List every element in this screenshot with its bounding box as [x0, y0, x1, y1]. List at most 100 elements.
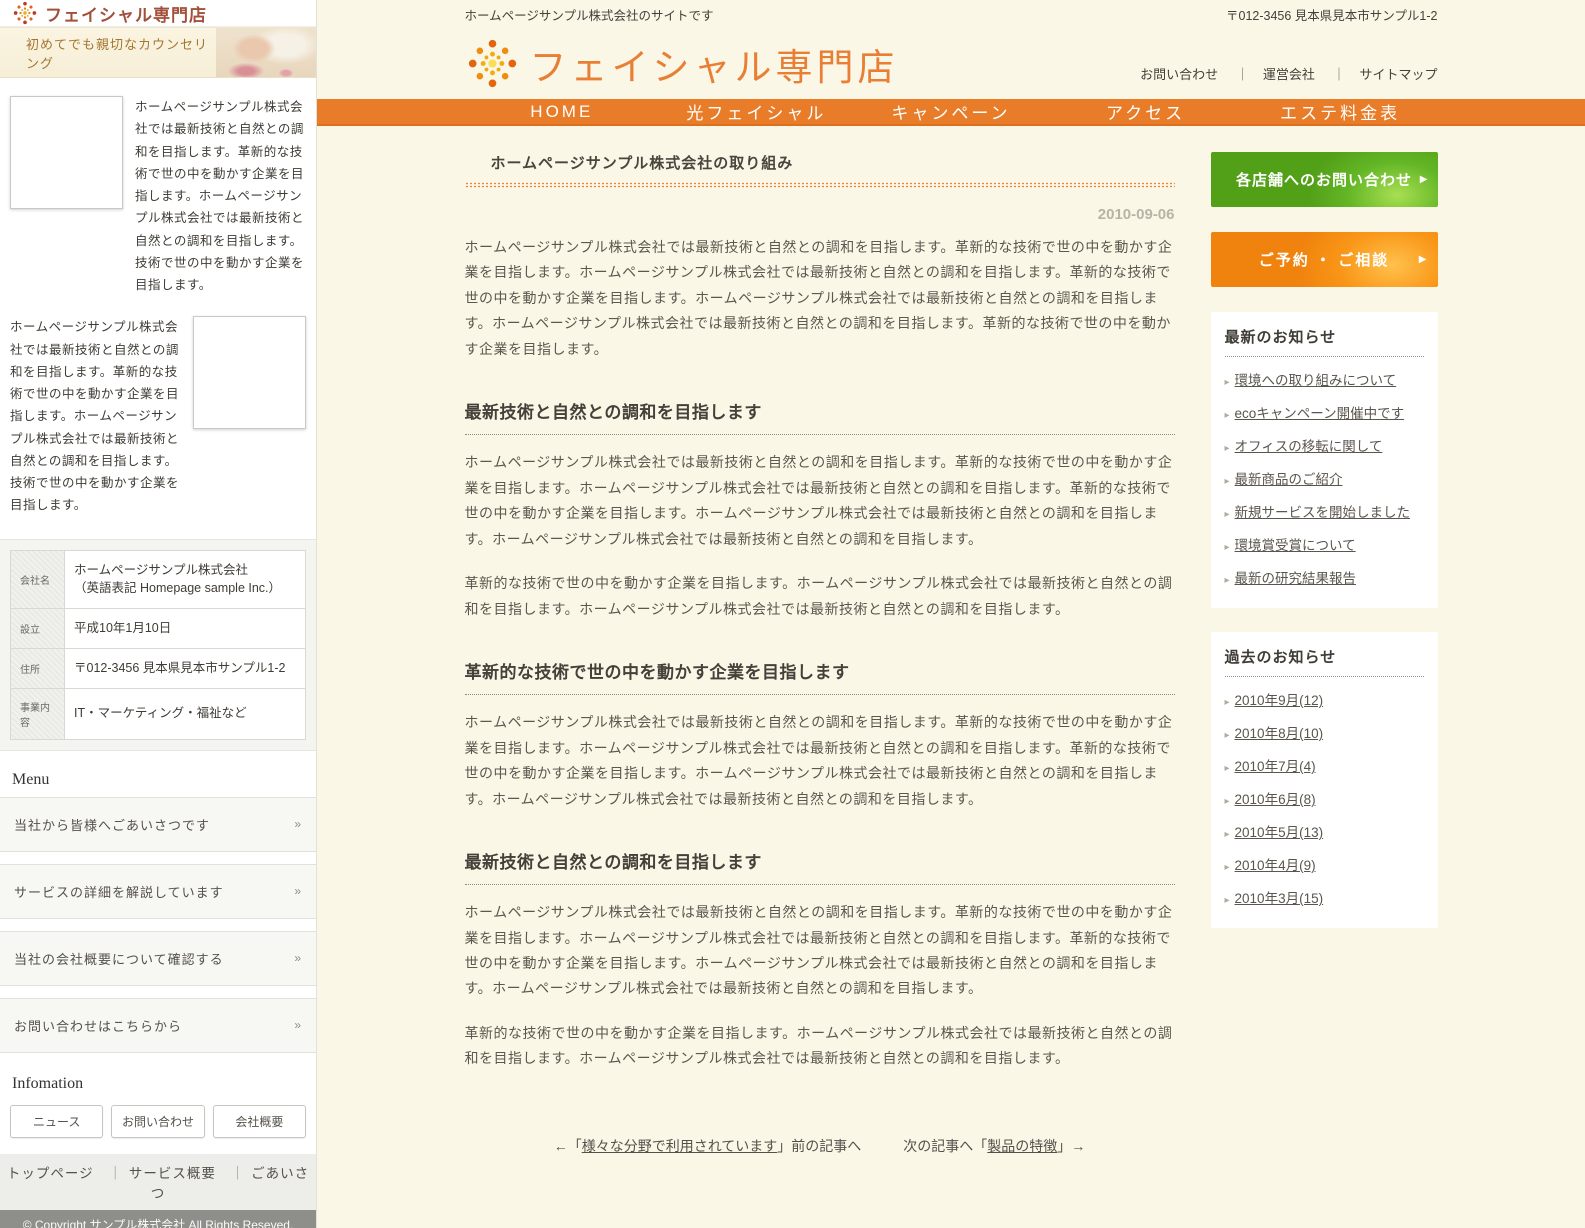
archive-link[interactable]: 2010年3月(15): [1235, 891, 1324, 906]
list-item: ▸2010年6月(8): [1225, 780, 1424, 813]
row-value: IT・マーケティング・福祉など: [65, 688, 306, 739]
nav-item[interactable]: エステ料金表: [1243, 99, 1438, 124]
store-contact-button[interactable]: 各店舗へのお問い合わせ ▶: [1211, 152, 1438, 207]
article-paragraph: ホームページサンプル株式会社では最新技術と自然との調和を目指します。革新的な技術…: [465, 450, 1175, 552]
utility-link[interactable]: お問い合わせ: [1140, 67, 1218, 82]
news-link[interactable]: 最新商品のご紹介: [1235, 472, 1343, 487]
list-item: ▸ 2010年5月(13): [1225, 813, 1424, 846]
prev-article-link[interactable]: 様々な分野で利用されています: [582, 1138, 778, 1154]
sidebar-logo[interactable]: フェイシャル専門店: [0, 0, 316, 27]
next-article-link[interactable]: 製品の特徴: [987, 1138, 1057, 1154]
archive-link[interactable]: 2010年8月(10): [1235, 726, 1324, 741]
play-arrow-icon: ▶: [1420, 174, 1429, 185]
reservation-button[interactable]: ご予約 ・ ご相談 ▶: [1211, 232, 1438, 287]
table-row: 事業内容 IT・マーケティング・福祉など: [11, 688, 306, 739]
sidebar-menu-item[interactable]: お問い合わせはこちらから »: [0, 998, 316, 1053]
article-paragraph: ホームページサンプル株式会社では最新技術と自然との調和を目指します。革新的な技術…: [465, 710, 1175, 812]
nav-item[interactable]: HOME: [465, 99, 660, 124]
sidebar-bottom-link[interactable]: トップページ: [7, 1166, 94, 1181]
triangle-marker-icon: ▸: [1225, 862, 1230, 873]
nav-item[interactable]: 光フェイシャル: [659, 99, 854, 124]
row-label: 設立: [11, 609, 65, 649]
list-item: ▸ 環境への取り組みについて: [1225, 361, 1424, 394]
sidebar-menu-item[interactable]: 当社の会社概要について確認する »: [0, 931, 316, 986]
site-logo-text: フェイシャル専門店: [530, 37, 899, 91]
left-sidebar: フェイシャル専門店 初めてでも親切なカウンセリング ホームページサンプル株式会社…: [0, 0, 317, 1228]
news-link[interactable]: オフィスの移転に関して: [1235, 439, 1383, 454]
article-paragraph: 革新的な技術で世の中を動かす企業を目指します。ホームページサンプル株式会社では最…: [465, 571, 1175, 622]
news-link[interactable]: 環境への取り組みについて: [1235, 373, 1397, 388]
header-address: 〒012-3456 見本県見本市サンプル1-2: [1226, 5, 1438, 24]
menu-heading: Menu: [12, 771, 304, 789]
news-link[interactable]: ecoキャンペーン開催中です: [1235, 406, 1405, 421]
list-item: ▸オフィスの移転に関して: [1225, 427, 1424, 460]
triangle-marker-icon: ▸: [1225, 829, 1230, 840]
article-paragraph: ホームページサンプル株式会社では最新技術と自然との調和を目指します。革新的な技術…: [465, 235, 1175, 362]
main-region: ホームページサンプル株式会社のサイトです 〒012-3456 見本県見本市サンプ…: [317, 0, 1585, 1228]
row-value: ホームページサンプル株式会社 （英語表記 Homepage sample Inc…: [65, 550, 306, 609]
sidebar-menu-item[interactable]: 当社から皆様へごあいさつです »: [0, 797, 316, 852]
row-label: 事業内容: [11, 688, 65, 739]
sidebar-banner-text: 初めてでも親切なカウンセリング: [0, 34, 216, 72]
news-link[interactable]: 環境賞受賞について: [1235, 538, 1356, 553]
sidebar-copyright: © Copyright サンプル株式会社 All Rights Reseved.: [0, 1210, 316, 1228]
info-button[interactable]: ニュース: [10, 1105, 103, 1138]
sidebar-banner[interactable]: 初めてでも親切なカウンセリング: [0, 27, 316, 78]
nav-item[interactable]: キャンペーン: [854, 99, 1049, 124]
information-buttons: ニュース お問い合わせ 会社概要: [0, 1101, 316, 1138]
chevron-right-icon: »: [294, 951, 302, 965]
right-sidebar: 各店舗へのお問い合わせ ▶ ご予約 ・ ご相談 ▶ 最新のお知らせ ▸環境への取…: [1211, 152, 1438, 1156]
archive-link[interactable]: 2010年4月(9): [1235, 858, 1316, 873]
nav-item[interactable]: アクセス: [1048, 99, 1243, 124]
flower-logo-icon: [465, 36, 520, 91]
utility-link[interactable]: サイトマップ: [1318, 67, 1437, 82]
triangle-marker-icon: ▸: [1225, 763, 1230, 774]
row-value: 平成10年1月10日: [65, 609, 306, 649]
menu-item-label: お問い合わせはこちらから: [14, 1016, 182, 1035]
latest-news-list: ▸ 環境への取り組みについて ▸ ecoキャンペーン開催中です ▸オフィスの移転に関…: [1225, 361, 1424, 592]
article-paragraph: ホームページサンプル株式会社では最新技術と自然との調和を目指します。革新的な技術…: [465, 900, 1175, 1002]
section-heading: 革新的な技術で世の中を動かす企業を目指します: [465, 658, 1175, 695]
sidebar-profile-1: ホームページサンプル株式会社では最新技術と自然との調和を目指します。革新的な技術…: [0, 78, 316, 310]
archive-link[interactable]: 2010年7月(4): [1235, 759, 1316, 774]
archive-link[interactable]: 2010年6月(8): [1235, 792, 1316, 807]
nav-items: HOME 光フェイシャル キャンペーン アクセス エステ料金表: [465, 99, 1438, 124]
title-rule: [465, 182, 1175, 188]
sidebar-profile-2: ホームページサンプル株式会社では最新技術と自然との調和を目指します。革新的な技術…: [0, 310, 316, 530]
sidebar-menu-item[interactable]: サービスの詳細を解説しています »: [0, 864, 316, 919]
company-info-table-wrap: 会社名 ホームページサンプル株式会社 （英語表記 Homepage sample…: [0, 539, 316, 751]
menu-item-label: 当社の会社概要について確認する: [14, 949, 224, 968]
site-logo[interactable]: フェイシャル専門店: [465, 36, 899, 91]
utility-link[interactable]: 運営会社: [1222, 67, 1315, 82]
company-info-table: 会社名 ホームページサンプル株式会社 （英語表記 Homepage sample…: [10, 550, 306, 740]
sidebar-logo-text: フェイシャル専門店: [45, 1, 207, 26]
news-link[interactable]: 最新の研究結果報告: [1235, 571, 1357, 586]
triangle-marker-icon: ▸: [1225, 476, 1230, 487]
site-header: フェイシャル専門店 お問い合わせ 運営会社 サイトマップ: [465, 24, 1438, 99]
archive-heading: 過去のお知らせ: [1225, 646, 1424, 677]
list-item: ▸2010年8月(10): [1225, 714, 1424, 747]
section-heading: 最新技術と自然との調和を目指します: [465, 848, 1175, 885]
profile-text-2: ホームページサンプル株式会社では最新技術と自然との調和を目指します。革新的な技術…: [10, 316, 181, 516]
info-button[interactable]: 会社概要: [213, 1105, 306, 1138]
information-heading: Infomation: [12, 1075, 304, 1093]
company-rows: 会社名 ホームページサンプル株式会社 （英語表記 Homepage sample…: [11, 550, 306, 739]
archive-link[interactable]: 2010年5月(13): [1235, 825, 1324, 840]
row-label: 会社名: [11, 550, 65, 609]
article-date: 2010-09-06: [465, 206, 1175, 223]
sidebar-bottom-link[interactable]: サービス概要: [98, 1166, 216, 1181]
info-button[interactable]: お問い合わせ: [111, 1105, 204, 1138]
triangle-marker-icon: ▸: [1225, 377, 1230, 388]
latest-news-box: 最新のお知らせ ▸環境への取り組みについて ▸ecoキャンペーン開催中です ▸オ…: [1211, 312, 1438, 608]
table-row: 設立 平成10年1月10日: [11, 609, 306, 649]
page-title: ホームページサンプル株式会社の取り組み: [465, 152, 1175, 173]
facial-treatment-image: [216, 28, 316, 77]
archive-link[interactable]: 2010年9月(12): [1235, 693, 1324, 708]
row-value: 〒012-3456 見本県見本市サンプル1-2: [65, 648, 306, 688]
chevron-right-icon: »: [294, 1018, 302, 1032]
list-item: ▸最新の研究結果報告: [1225, 559, 1424, 592]
news-link[interactable]: 新規サービスを開始しました: [1235, 505, 1411, 520]
archive-box: 過去のお知らせ ▸2010年9月(12) ▸2010年8月(10) ▸2010年…: [1211, 632, 1438, 928]
chevron-right-icon: »: [294, 884, 302, 898]
site-note: ホームページサンプル株式会社のサイトです: [465, 5, 714, 24]
